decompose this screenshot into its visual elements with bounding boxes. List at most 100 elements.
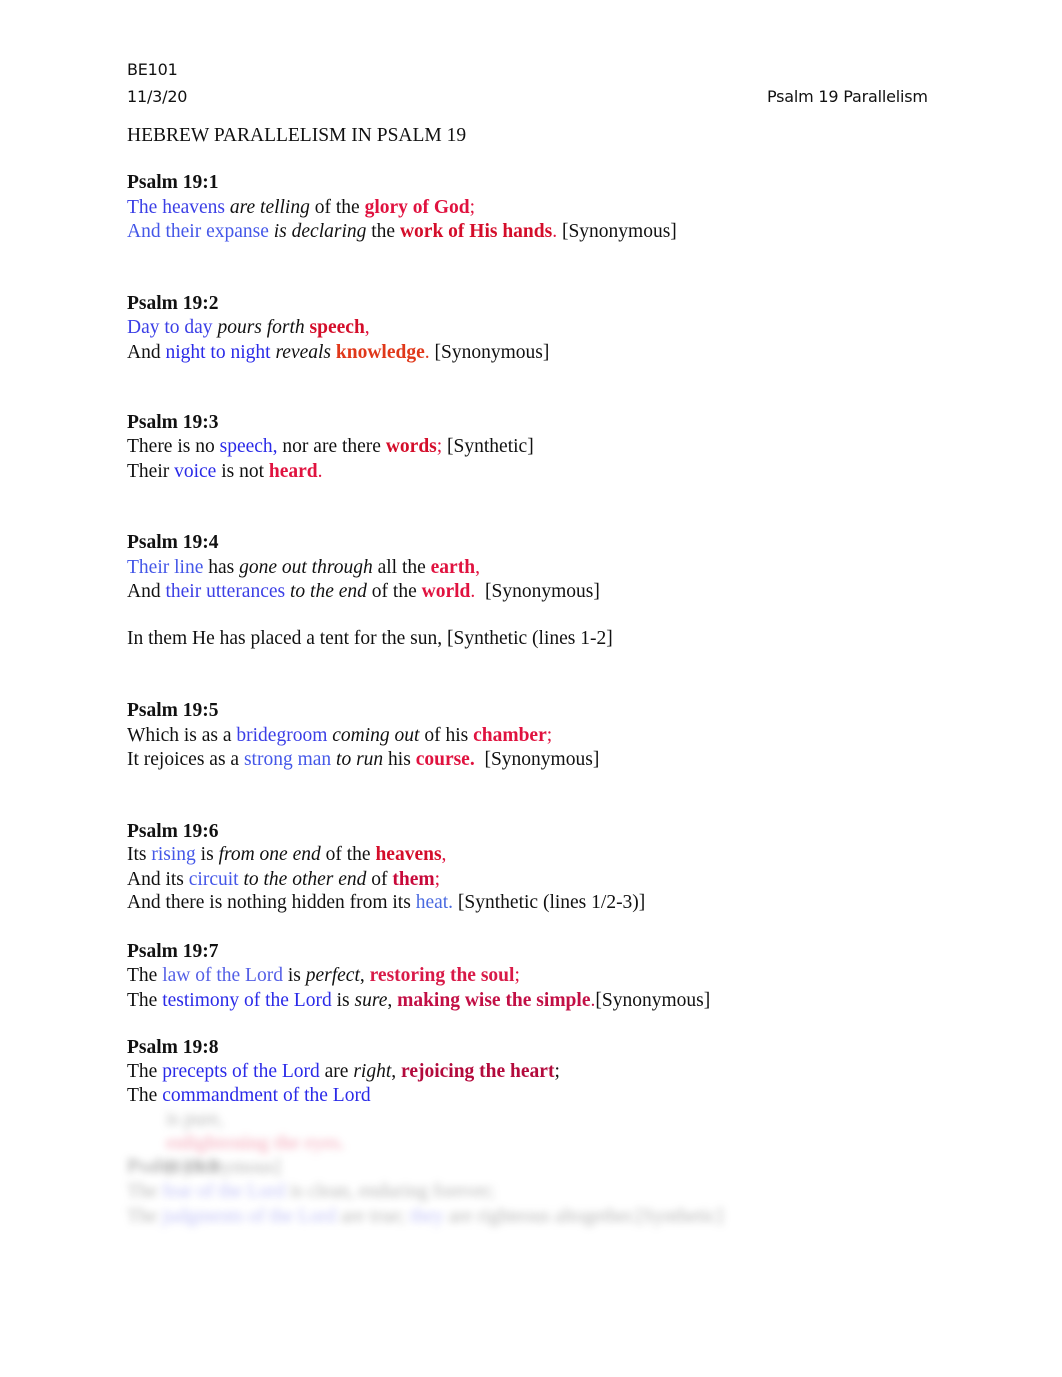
verse-line: The testimony of the Lord is sure, makin… — [127, 989, 710, 1013]
verse-ref: Psalm 19:2 — [127, 293, 219, 314]
verse-line: The law of the Lord is perfect, restorin… — [127, 964, 520, 988]
verb-phrase: pours forth — [212, 317, 305, 338]
parallelism-type: [Synonymous] — [474, 749, 600, 770]
header-doc-title: Psalm 19 Parallelism — [767, 87, 928, 106]
parallelism-type: [Synonymous] — [429, 342, 550, 363]
verse-line: And their utterances to the end of the w… — [127, 580, 600, 604]
verse-ref: Psalm 19:7 — [127, 941, 219, 962]
verse-line: Which is as a bridegroom coming out of h… — [127, 724, 552, 748]
verse-line: The heavens are telling of the glory of … — [127, 196, 475, 220]
punct: . — [317, 461, 323, 482]
subject-phrase: they — [410, 1206, 444, 1227]
document-page: BE101 11/3/20 Psalm 19 Parallelism HEBRE… — [0, 0, 1062, 1377]
header-course: BE101 — [127, 60, 178, 79]
text: The — [127, 1181, 163, 1202]
verse-ref: Psalm 19:6 — [127, 821, 219, 842]
verse-ref: Psalm 19:1 — [127, 172, 219, 193]
verse-line: The fear of the Lord is clean, enduring … — [127, 1180, 495, 1204]
text: all the — [372, 557, 431, 578]
predicate: perfect — [305, 965, 360, 986]
subject-phrase: heat. — [415, 892, 454, 913]
verse-line: The precepts of the Lord are right, rejo… — [127, 1060, 560, 1084]
text: The — [127, 1085, 163, 1106]
object-phrase: glory of God — [364, 197, 470, 218]
object-phrase: knowledge — [335, 342, 425, 363]
object-phrase: them — [392, 869, 435, 890]
subject-phrase: their utterances — [165, 581, 286, 602]
document-heading: HEBREW PARALLELISM IN PSALM 19 — [127, 125, 467, 146]
text: There is no — [127, 436, 220, 457]
subject-phrase: precepts of the Lord — [162, 1061, 320, 1082]
text: And there is nothing hidden from its — [127, 892, 416, 913]
object-phrase: earth — [430, 557, 476, 578]
object-phrase: restoring the soul — [369, 965, 515, 986]
subject-phrase: fear of the Lord — [162, 1181, 286, 1202]
verb-phrase: to the end — [285, 581, 367, 602]
subject-phrase: strong man — [243, 749, 332, 770]
text: of his — [419, 725, 474, 746]
text: The — [127, 1061, 163, 1082]
text: , — [391, 1061, 402, 1082]
punct: ; — [554, 1061, 560, 1082]
subject-phrase: circuit — [188, 869, 239, 890]
parallelism-type: [Synonymous] — [595, 990, 711, 1011]
verb-phrase: reveals — [270, 342, 332, 363]
text: And — [127, 581, 166, 602]
punct: , — [475, 557, 480, 578]
verse-line: And its circuit to the other end of them… — [127, 868, 440, 892]
text: And — [127, 342, 166, 363]
text: nor are there — [277, 436, 386, 457]
text: are righteous altogether.[Synthetic] — [443, 1206, 724, 1227]
parallelism-type: [Synonymous] — [557, 221, 677, 242]
object-phrase: course. — [415, 749, 475, 770]
verse-ref: Psalm 19:5 — [127, 700, 219, 721]
predicate: right — [353, 1061, 392, 1082]
text: his — [383, 749, 416, 770]
parallelism-type: [Synonymous] — [475, 581, 600, 602]
punct: ; — [546, 725, 553, 746]
verb-phrase: are telling — [225, 197, 310, 218]
verse-ref: Psalm 19:3 — [127, 412, 219, 433]
blurred-text: is pure, — [166, 1109, 224, 1130]
text: , — [387, 990, 398, 1011]
verse-line: In them He has placed a tent for the sun… — [127, 628, 613, 649]
verb-phrase: from one end — [218, 844, 321, 865]
subject-phrase: commandment of the Lord — [162, 1085, 371, 1106]
subject-phrase: Day to day — [127, 317, 213, 338]
object-phrase: heard — [268, 461, 318, 482]
text: is — [331, 990, 355, 1011]
text: are — [319, 1061, 354, 1082]
subject-phrase: testimony of the Lord — [162, 990, 332, 1011]
punct: ; — [469, 197, 476, 218]
text: The — [127, 1206, 163, 1227]
text: The — [127, 990, 163, 1011]
object-phrase: chamber — [473, 725, 547, 746]
text: Which is as a — [127, 725, 237, 746]
text: is — [282, 965, 306, 986]
object-phrase: heavens — [375, 844, 442, 865]
object-phrase: world — [421, 581, 471, 602]
predicate: sure — [354, 990, 388, 1011]
text: , — [359, 965, 370, 986]
verse-line: And there is nothing hidden from its hea… — [127, 891, 645, 915]
subject-phrase: Their line — [127, 557, 204, 578]
verb-phrase: to the other end — [238, 869, 367, 890]
subject-phrase: rising — [151, 844, 196, 865]
verse-line: There is no speech, nor are there words;… — [127, 435, 534, 459]
subject-phrase: night to night — [165, 342, 271, 363]
text: is — [195, 844, 219, 865]
verse-line: It rejoices as a strong man to run his c… — [127, 748, 599, 772]
text: of — [366, 869, 393, 890]
text: has — [203, 557, 240, 578]
subject-phrase: law of the Lord — [162, 965, 283, 986]
verse-ref: Psalm 19:4 — [127, 532, 219, 553]
subject-phrase: voice — [174, 461, 217, 482]
verse-ref: Psalm 19:9 — [127, 1156, 219, 1177]
verse-ref: Psalm 19:8 — [127, 1037, 219, 1058]
subject-phrase: bridegroom — [236, 725, 328, 746]
text: It rejoices as a — [127, 749, 244, 770]
punct: ; — [514, 965, 520, 986]
object-phrase: words — [385, 436, 437, 457]
text: of the — [366, 581, 422, 602]
blurred-text: enlightening the eyes. — [166, 1133, 345, 1154]
